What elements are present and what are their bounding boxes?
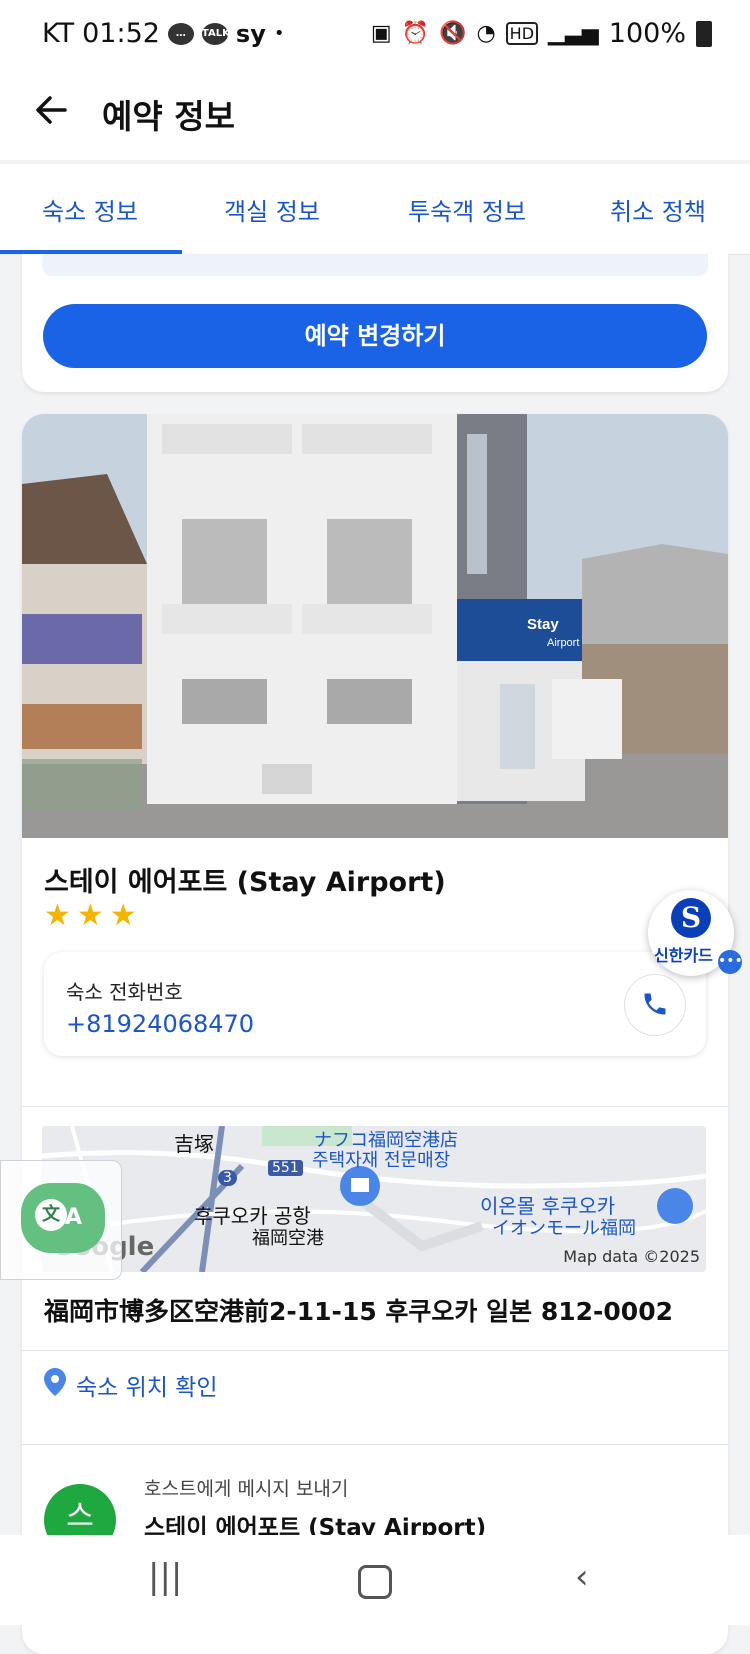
map-route-3: 3 <box>218 1170 237 1186</box>
app-header: 예약 정보 <box>0 72 750 160</box>
view-location-label: 숙소 위치 확인 <box>76 1375 218 1401</box>
tab-property-info[interactable]: 숙소 정보 <box>42 192 138 227</box>
map-credit: Map data ©2025 <box>563 1247 700 1266</box>
home-icon[interactable] <box>358 1565 392 1599</box>
view-location-link[interactable]: 숙소 위치 확인 <box>44 1368 218 1402</box>
phone-number[interactable]: +81924068470 <box>66 1010 254 1038</box>
tab-cancel-policy[interactable]: 취소 정책 <box>610 192 706 227</box>
translate-glyph-a: A <box>65 1205 83 1230</box>
tab-guest-info[interactable]: 투숙객 정보 <box>408 192 526 227</box>
carrier-label: KT <box>42 18 75 49</box>
star-rating: ★★★ <box>44 898 143 933</box>
map-label-airport-ja: 福岡空港 <box>252 1228 324 1249</box>
location-pin-icon <box>44 1368 66 1402</box>
nfc-icon: ▣ <box>370 21 392 46</box>
property-name: 스테이 에어포트 (Stay Airport) <box>44 867 446 898</box>
wifi-icon: ◔ <box>476 21 496 46</box>
divider <box>22 1106 728 1107</box>
shinhan-logo-icon: S <box>671 898 711 938</box>
tab-room-info[interactable]: 객실 정보 <box>224 192 320 227</box>
translate-floating-button[interactable]: 文 A <box>0 1160 122 1280</box>
phone-icon <box>641 990 669 1022</box>
signal-icon: ▁▃▅ <box>548 21 599 46</box>
chat-icon: … <box>167 22 194 45</box>
divider <box>22 1350 728 1351</box>
info-strip <box>42 254 708 276</box>
sy-app-icon: sy <box>235 19 266 48</box>
host-message-label[interactable]: 호스트에게 메시지 보내기 <box>144 1474 348 1501</box>
chat-bubble-icon: ••• <box>718 950 743 974</box>
phone-label: 숙소 전화번호 <box>66 980 183 1004</box>
sign-text-airport: Airport <box>547 637 579 649</box>
sign-text-stay: Stay <box>527 616 559 633</box>
translate-glyph-wen: 文 <box>35 1199 67 1231</box>
phone-box: 숙소 전화번호 +81924068470 <box>44 952 706 1056</box>
clock: 01:52 <box>82 18 160 49</box>
mute-icon: 🔇 <box>439 21 467 46</box>
kakaotalk-icon: TALK <box>201 22 230 45</box>
location-map[interactable]: 吉塚 ナフコ福岡空港店 주택자재 전문매장 551 3 후쿠오카 공항 福岡空港… <box>42 1126 706 1272</box>
translate-icon: 文 A <box>21 1183 105 1253</box>
back-nav-icon[interactable]: ‹ <box>575 1557 589 1597</box>
battery-percent: 100% <box>608 18 686 49</box>
system-nav-bar: ||| ‹ <box>0 1535 750 1625</box>
tab-bar: 숙소 정보 객실 정보 투숙객 정보 취소 정책 <box>0 164 750 255</box>
property-card: Stay Airport 스테이 에어포트 (Stay Airport) ★★★… <box>22 414 728 1654</box>
booking-card: 예약 변경하기 <box>22 254 728 392</box>
property-address: 福岡市博多区空港前2-11-15 후쿠오카 일본 812-0002 <box>44 1297 673 1326</box>
divider <box>22 1444 728 1445</box>
shinhan-card-floating-button[interactable]: S 신한카드 ••• <box>648 890 743 976</box>
map-label-aeon-ja: イオンモール福岡 <box>492 1218 636 1239</box>
shinhan-label: 신한카드 <box>654 946 713 965</box>
alarm-icon: ⏰ <box>401 21 430 46</box>
change-booking-button[interactable]: 예약 변경하기 <box>43 304 707 368</box>
call-button[interactable] <box>624 974 686 1036</box>
property-photo[interactable]: Stay Airport <box>22 414 728 838</box>
notification-dot: • <box>273 23 285 44</box>
map-route-551: 551 <box>268 1160 303 1176</box>
battery-icon <box>696 20 712 47</box>
map-label-yoshizuka: 吉塚 <box>174 1132 214 1156</box>
status-bar: KT 01:52 … TALK sy • ▣ ⏰ 🔇 ◔ HD ▁▃▅ 100% <box>0 0 750 72</box>
map-label-store: 주택자재 전문매장 <box>312 1150 451 1171</box>
back-arrow-icon[interactable] <box>34 88 68 140</box>
hd-icon: HD <box>505 22 539 45</box>
recents-icon[interactable]: ||| <box>148 1557 182 1597</box>
page-title: 예약 정보 <box>102 97 235 136</box>
